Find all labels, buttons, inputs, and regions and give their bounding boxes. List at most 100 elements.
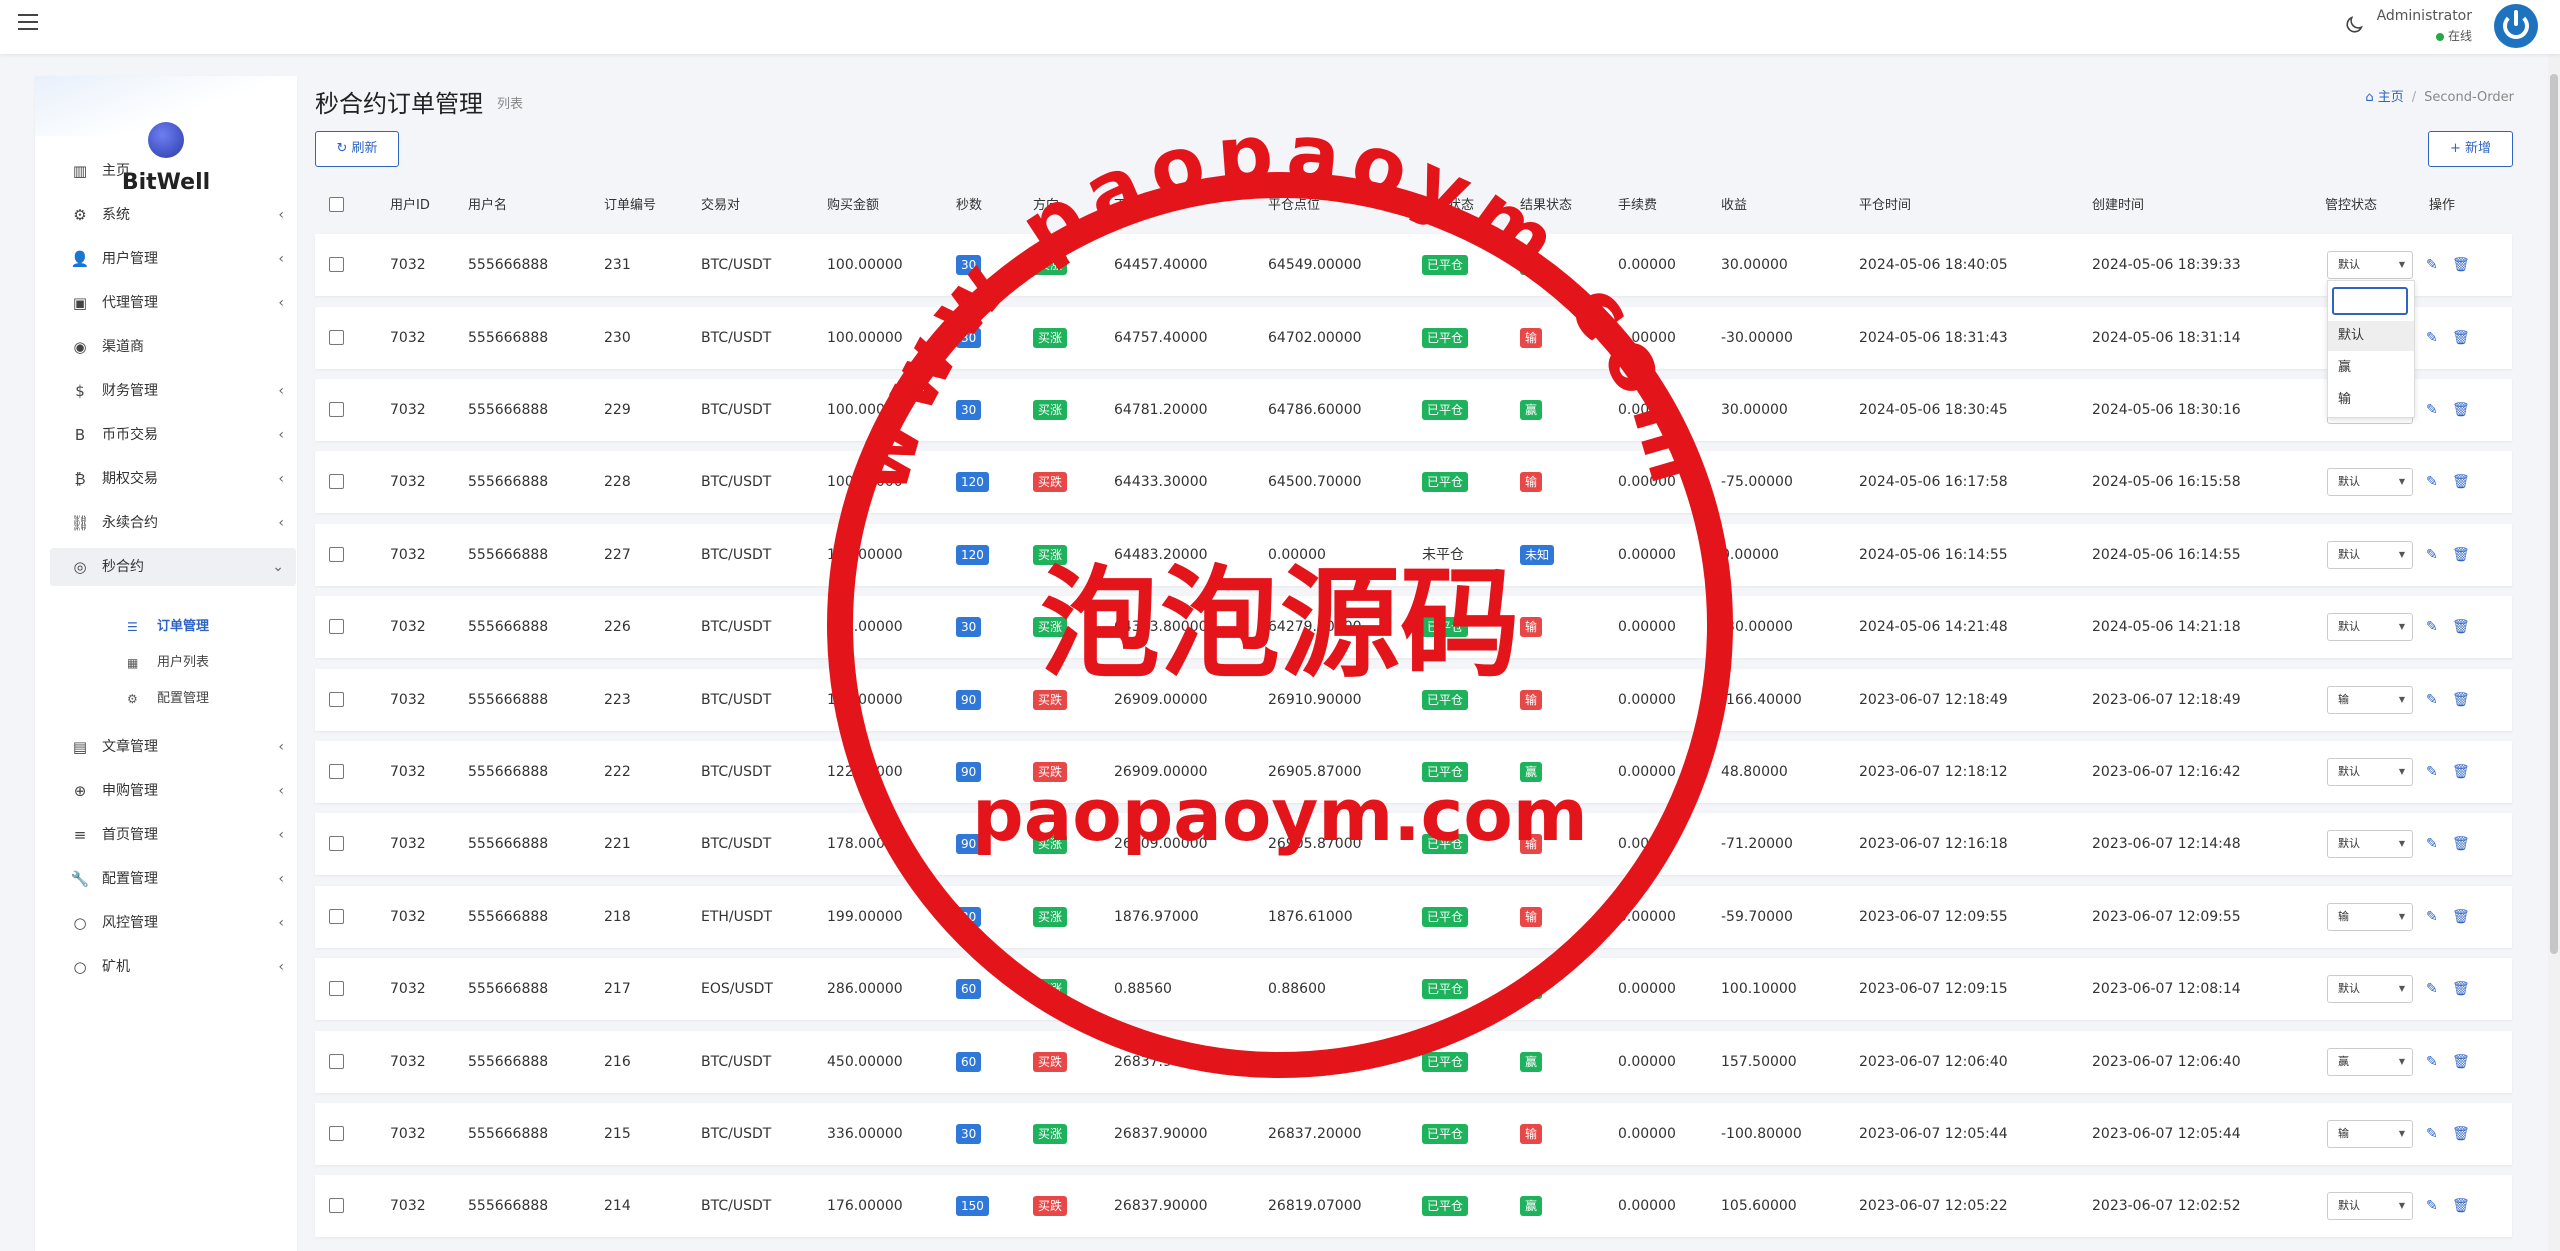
control-status-select[interactable]: 默认 ▼ bbox=[2327, 541, 2413, 569]
trash-icon[interactable]: 🗑 bbox=[2452, 741, 2470, 803]
sidebar-subitem[interactable]: ⚙ 配置管理 bbox=[95, 684, 295, 714]
control-status-select[interactable]: 默认 ▼ bbox=[2327, 830, 2413, 858]
column-header[interactable]: 下单点位 bbox=[1114, 194, 1166, 213]
column-header[interactable]: 创建时间 bbox=[2092, 194, 2144, 213]
edit-icon[interactable]: ✎ bbox=[2426, 958, 2438, 1020]
control-status-select[interactable]: 输 ▼ bbox=[2327, 686, 2413, 714]
admin-name[interactable]: Administrator bbox=[2377, 8, 2472, 24]
column-header[interactable]: 平仓点位 bbox=[1268, 194, 1320, 213]
scrollbar-thumb[interactable] bbox=[2550, 74, 2558, 954]
sidebar-item[interactable]: ◎ 秒合约 ⌄ bbox=[50, 548, 296, 586]
row-checkbox[interactable] bbox=[329, 909, 344, 924]
column-header[interactable]: 用户名 bbox=[468, 194, 507, 213]
row-checkbox[interactable] bbox=[329, 257, 344, 272]
dark-mode-moon-icon[interactable] bbox=[2343, 14, 2365, 36]
page-scrollbar[interactable] bbox=[2548, 54, 2560, 1251]
dropdown-option[interactable]: 默认 bbox=[2328, 321, 2414, 351]
edit-icon[interactable]: ✎ bbox=[2426, 741, 2438, 803]
trash-icon[interactable]: 🗑 bbox=[2452, 307, 2470, 369]
edit-icon[interactable]: ✎ bbox=[2426, 379, 2438, 441]
column-header[interactable]: 管控状态 bbox=[2325, 194, 2377, 213]
control-status-select[interactable]: 默认 ▼ bbox=[2327, 251, 2413, 279]
column-header[interactable]: 订单编号 bbox=[604, 194, 656, 213]
sidebar-item[interactable]: ▤ 文章管理 ‹ bbox=[50, 728, 296, 766]
select-all-checkbox[interactable] bbox=[329, 197, 344, 212]
breadcrumb-home-label[interactable]: 主页 bbox=[2378, 90, 2404, 105]
trash-icon[interactable]: 🗑 bbox=[2452, 1103, 2470, 1165]
sidebar-item[interactable]: 🔧 配置管理 ‹ bbox=[50, 860, 296, 898]
sidebar-item[interactable]: B 币币交易 ‹ bbox=[50, 416, 296, 454]
trash-icon[interactable]: 🗑 bbox=[2452, 451, 2470, 513]
sidebar-item[interactable]: ○ 风控管理 ‹ bbox=[50, 904, 296, 942]
column-header[interactable]: 用户ID bbox=[390, 194, 430, 213]
control-status-select[interactable]: 输 ▼ bbox=[2327, 903, 2413, 931]
column-header[interactable]: 手续费 bbox=[1618, 194, 1657, 213]
control-status-select[interactable]: 默认 ▼ bbox=[2327, 613, 2413, 641]
edit-icon[interactable]: ✎ bbox=[2426, 1103, 2438, 1165]
control-status-select[interactable]: 默认 ▼ bbox=[2327, 758, 2413, 786]
add-button[interactable]: + 新增 bbox=[2428, 131, 2513, 167]
column-header[interactable]: 平仓状态 bbox=[1422, 194, 1474, 213]
edit-icon[interactable]: ✎ bbox=[2426, 234, 2438, 296]
sidebar-item[interactable]: ₿ 期权交易 ‹ bbox=[50, 460, 296, 498]
sidebar-subitem[interactable]: ☰ 订单管理 bbox=[95, 612, 295, 642]
control-status-select[interactable]: 默认 ▼ bbox=[2327, 468, 2413, 496]
breadcrumb-home[interactable]: ⌂ 主页 bbox=[2365, 90, 2403, 105]
edit-icon[interactable]: ✎ bbox=[2426, 524, 2438, 586]
trash-icon[interactable]: 🗑 bbox=[2452, 596, 2470, 658]
refresh-button[interactable]: ↻ 刷新 bbox=[315, 131, 399, 167]
row-checkbox[interactable] bbox=[329, 764, 344, 779]
trash-icon[interactable]: 🗑 bbox=[2452, 524, 2470, 586]
trash-icon[interactable]: 🗑 bbox=[2452, 669, 2470, 731]
control-status-select[interactable]: 默认 ▼ bbox=[2327, 1192, 2413, 1220]
sidebar-subitem[interactable]: ▦ 用户列表 bbox=[95, 648, 295, 678]
trash-icon[interactable]: 🗑 bbox=[2452, 1175, 2470, 1237]
column-header[interactable]: 秒数 bbox=[956, 194, 982, 213]
trash-icon[interactable]: 🗑 bbox=[2452, 813, 2470, 875]
trash-icon[interactable]: 🗑 bbox=[2452, 886, 2470, 948]
sidebar-item[interactable]: ▥ 主页 bbox=[50, 152, 296, 190]
column-header[interactable]: 交易对 bbox=[701, 194, 740, 213]
trash-icon[interactable]: 🗑 bbox=[2452, 1031, 2470, 1093]
edit-icon[interactable]: ✎ bbox=[2426, 669, 2438, 731]
trash-icon[interactable]: 🗑 bbox=[2452, 234, 2470, 296]
column-header[interactable]: 收益 bbox=[1721, 194, 1747, 213]
trash-icon[interactable]: 🗑 bbox=[2452, 379, 2470, 441]
control-status-select[interactable]: 默认 ▼ bbox=[2327, 975, 2413, 1003]
row-checkbox[interactable] bbox=[329, 474, 344, 489]
dropdown-search-input[interactable] bbox=[2332, 287, 2408, 315]
edit-icon[interactable]: ✎ bbox=[2426, 307, 2438, 369]
column-header[interactable]: 购买金额 bbox=[827, 194, 879, 213]
edit-icon[interactable]: ✎ bbox=[2426, 596, 2438, 658]
control-status-select[interactable]: 输 ▼ bbox=[2327, 1120, 2413, 1148]
edit-icon[interactable]: ✎ bbox=[2426, 813, 2438, 875]
menu-toggle-icon[interactable] bbox=[18, 14, 38, 30]
row-checkbox[interactable] bbox=[329, 402, 344, 417]
dropdown-option[interactable]: 赢 bbox=[2328, 353, 2414, 383]
column-header[interactable]: 平仓时间 bbox=[1859, 194, 1911, 213]
sidebar-item[interactable]: $ 财务管理 ‹ bbox=[50, 372, 296, 410]
column-header[interactable]: 操作 bbox=[2429, 194, 2455, 213]
row-checkbox[interactable] bbox=[329, 981, 344, 996]
control-status-select[interactable]: 赢 ▼ bbox=[2327, 1048, 2413, 1076]
row-checkbox[interactable] bbox=[329, 547, 344, 562]
sidebar-item[interactable]: ⛓ 永续合约 ‹ bbox=[50, 504, 296, 542]
sidebar-item[interactable]: ≡ 首页管理 ‹ bbox=[50, 816, 296, 854]
row-checkbox[interactable] bbox=[329, 330, 344, 345]
edit-icon[interactable]: ✎ bbox=[2426, 1175, 2438, 1237]
edit-icon[interactable]: ✎ bbox=[2426, 886, 2438, 948]
column-header[interactable]: 方向 bbox=[1033, 194, 1059, 213]
column-header[interactable]: 结果状态 bbox=[1520, 194, 1572, 213]
row-checkbox[interactable] bbox=[329, 1054, 344, 1069]
sidebar-item[interactable]: ⚙ 系统 ‹ bbox=[50, 196, 296, 234]
row-checkbox[interactable] bbox=[329, 836, 344, 851]
avatar[interactable] bbox=[2494, 4, 2538, 48]
sidebar-item[interactable]: ▣ 代理管理 ‹ bbox=[50, 284, 296, 322]
sidebar-item[interactable]: ○ 矿机 ‹ bbox=[50, 948, 296, 986]
row-checkbox[interactable] bbox=[329, 692, 344, 707]
sidebar-item[interactable]: 👤 用户管理 ‹ bbox=[50, 240, 296, 278]
sidebar-item[interactable]: ◉ 渠道商 bbox=[50, 328, 296, 366]
row-checkbox[interactable] bbox=[329, 619, 344, 634]
sidebar-item[interactable]: ⊕ 申购管理 ‹ bbox=[50, 772, 296, 810]
trash-icon[interactable]: 🗑 bbox=[2452, 958, 2470, 1020]
